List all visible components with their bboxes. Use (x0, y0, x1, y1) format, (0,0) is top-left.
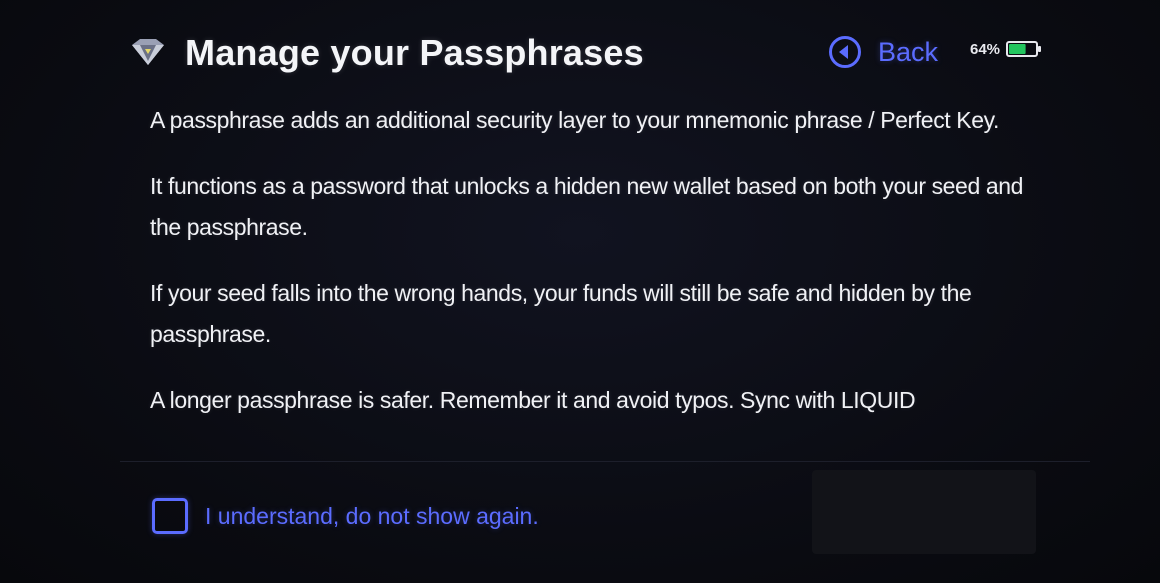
screen: Manage your Passphrases Back 64% A passp… (0, 0, 1160, 583)
back-label: Back (878, 36, 939, 67)
understand-checkbox-label: I understand, do not show again. (205, 502, 539, 529)
battery-icon (1006, 41, 1042, 57)
confirm-button-area (812, 470, 1036, 554)
info-text: A passphrase adds an additional security… (150, 100, 1050, 446)
back-button[interactable]: Back (828, 32, 938, 72)
paragraph-hidden-wallet: It functions as a password that unlocks … (150, 173, 1024, 240)
divider (120, 461, 1090, 462)
battery-status: 64% (970, 40, 1042, 58)
understand-checkbox[interactable] (152, 498, 188, 534)
paragraph-longer-passphrase: A longer passphrase is safer. Remember i… (150, 387, 916, 413)
paragraph-passphrase-intro: A passphrase adds an additional security… (150, 107, 999, 133)
understand-checkbox-row[interactable]: I understand, do not show again. (152, 498, 539, 534)
diamond-logo-icon (132, 39, 164, 65)
battery-percent: 64% (970, 40, 1001, 58)
circle-arrow-left-icon (829, 36, 861, 68)
page-title: Manage your Passphrases (185, 32, 644, 73)
paragraph-seed-safety: If your seed falls into the wrong hands,… (150, 280, 972, 347)
header: Manage your Passphrases Back 64% (128, 28, 1068, 76)
